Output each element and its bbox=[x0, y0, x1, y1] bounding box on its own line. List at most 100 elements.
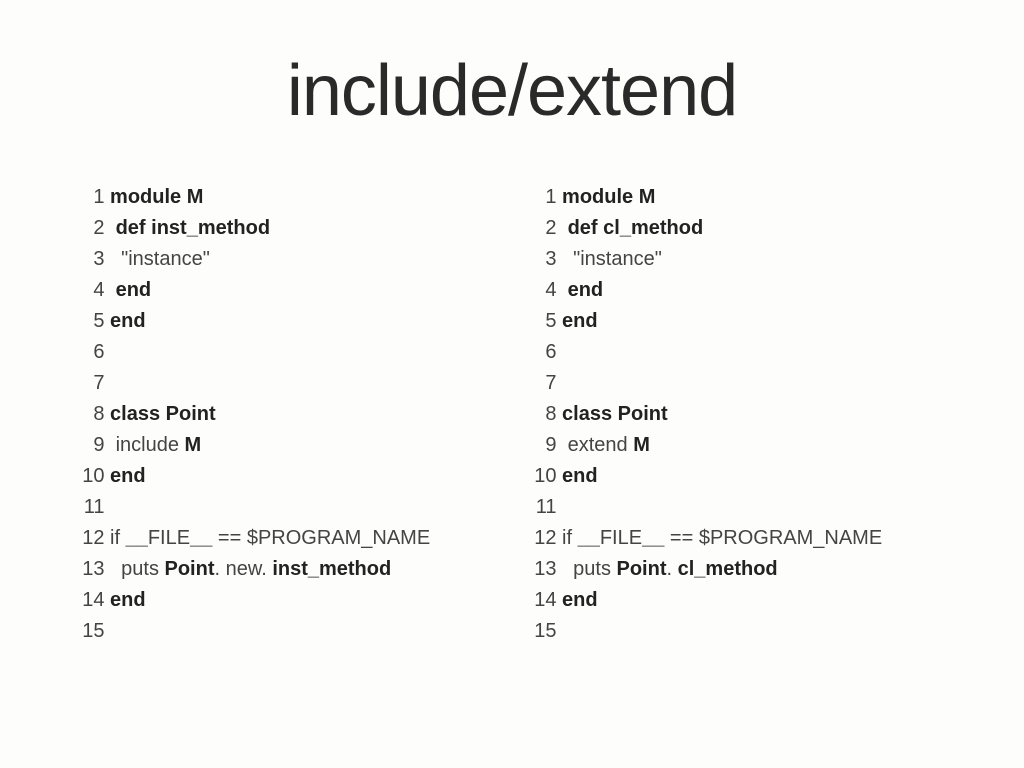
code-line: 10 end bbox=[80, 461, 492, 492]
code-line: 6 bbox=[532, 337, 944, 368]
code-line: 4 end bbox=[80, 275, 492, 306]
code-segment: . bbox=[667, 558, 678, 580]
code-segment: FILE bbox=[148, 527, 190, 549]
line-number: 6 bbox=[80, 337, 104, 368]
code-line: 9 include M bbox=[80, 430, 492, 461]
code-line: 12 if __FILE__ == $PROGRAM_NAME bbox=[532, 523, 944, 554]
code-segment: def bbox=[116, 217, 146, 239]
code-segment bbox=[556, 279, 567, 301]
code-line: 3 "instance" bbox=[80, 244, 492, 275]
code-line: 8 class Point bbox=[80, 399, 492, 430]
line-number: 11 bbox=[80, 492, 104, 523]
line-number: 2 bbox=[532, 213, 556, 244]
code-segment bbox=[556, 496, 562, 518]
code-line: 14 end bbox=[80, 585, 492, 616]
code-segment: cl_method bbox=[603, 217, 703, 239]
code-segment: class bbox=[562, 403, 612, 425]
code-line: 7 bbox=[80, 368, 492, 399]
code-segment bbox=[556, 372, 562, 394]
code-segment: inst_method bbox=[151, 217, 270, 239]
line-number: 5 bbox=[80, 306, 104, 337]
code-segment: module bbox=[110, 186, 181, 208]
line-number: 1 bbox=[80, 182, 104, 213]
line-number: 4 bbox=[532, 275, 556, 306]
code-segment: end bbox=[562, 465, 598, 487]
code-segment: "instance" bbox=[104, 248, 209, 270]
code-line: 14 end bbox=[532, 585, 944, 616]
code-segment bbox=[556, 217, 567, 239]
code-segment: M bbox=[187, 186, 204, 208]
code-segment: Point bbox=[166, 403, 216, 425]
line-number: 2 bbox=[80, 213, 104, 244]
code-line: 12 if __FILE__ == $PROGRAM_NAME bbox=[80, 523, 492, 554]
code-segment: end bbox=[562, 589, 598, 611]
line-number: 8 bbox=[80, 399, 104, 430]
code-segment: FILE bbox=[600, 527, 642, 549]
code-segment bbox=[104, 341, 110, 363]
line-number: 7 bbox=[532, 368, 556, 399]
code-segment: M bbox=[185, 434, 202, 456]
code-segment: puts bbox=[104, 558, 164, 580]
line-number: 3 bbox=[80, 244, 104, 275]
line-number: 8 bbox=[532, 399, 556, 430]
code-column-left: 1 module M2 def inst_method3 "instance"4… bbox=[80, 182, 492, 647]
code-line: 10 end bbox=[532, 461, 944, 492]
code-segment: end bbox=[110, 310, 146, 332]
line-number: 1 bbox=[532, 182, 556, 213]
line-number: 3 bbox=[532, 244, 556, 275]
code-line: 7 bbox=[532, 368, 944, 399]
code-line: 11 bbox=[80, 492, 492, 523]
code-segment: end bbox=[110, 465, 146, 487]
line-number: 12 bbox=[80, 523, 104, 554]
code-line: 2 def inst_method bbox=[80, 213, 492, 244]
code-segment bbox=[104, 372, 110, 394]
code-segment: end bbox=[116, 279, 152, 301]
code-segment: end bbox=[562, 310, 598, 332]
code-line: 6 bbox=[80, 337, 492, 368]
line-number: 13 bbox=[80, 554, 104, 585]
code-segment bbox=[556, 341, 562, 363]
code-segment: __ bbox=[126, 527, 148, 549]
code-segment bbox=[104, 217, 115, 239]
line-number: 15 bbox=[80, 616, 104, 647]
line-number: 12 bbox=[532, 523, 556, 554]
code-segment: class bbox=[110, 403, 160, 425]
code-segment: __ bbox=[190, 527, 212, 549]
code-segment: == $PROGRAM_NAME bbox=[212, 527, 430, 549]
code-segment: Point bbox=[617, 558, 667, 580]
code-segment: extend bbox=[556, 434, 633, 456]
code-segment: __ bbox=[578, 527, 600, 549]
code-line: 1 module M bbox=[80, 182, 492, 213]
code-segment: if bbox=[104, 527, 125, 549]
code-segment: M bbox=[633, 434, 650, 456]
code-segment: "instance" bbox=[556, 248, 661, 270]
code-segment: module bbox=[562, 186, 633, 208]
slide-title: include/extend bbox=[60, 50, 964, 132]
slide: include/extend 1 module M2 def inst_meth… bbox=[0, 0, 1024, 768]
code-segment: __ bbox=[642, 527, 664, 549]
code-segment: puts bbox=[556, 558, 616, 580]
code-line: 2 def cl_method bbox=[532, 213, 944, 244]
code-line: 9 extend M bbox=[532, 430, 944, 461]
code-line: 5 end bbox=[532, 306, 944, 337]
code-column-right: 1 module M2 def cl_method3 "instance"4 e… bbox=[532, 182, 944, 647]
code-segment bbox=[556, 620, 562, 642]
line-number: 10 bbox=[532, 461, 556, 492]
line-number: 5 bbox=[532, 306, 556, 337]
line-number: 13 bbox=[532, 554, 556, 585]
code-line: 5 end bbox=[80, 306, 492, 337]
code-line: 13 puts Point. cl_method bbox=[532, 554, 944, 585]
line-number: 7 bbox=[80, 368, 104, 399]
code-line: 1 module M bbox=[532, 182, 944, 213]
code-line: 13 puts Point. new. inst_method bbox=[80, 554, 492, 585]
code-segment: . new. bbox=[215, 558, 273, 580]
line-number: 9 bbox=[80, 430, 104, 461]
code-segment: M bbox=[639, 186, 656, 208]
code-segment bbox=[104, 279, 115, 301]
line-number: 9 bbox=[532, 430, 556, 461]
code-line: 15 bbox=[532, 616, 944, 647]
code-segment: inst_method bbox=[272, 558, 391, 580]
code-segment: cl_method bbox=[678, 558, 778, 580]
code-line: 8 class Point bbox=[532, 399, 944, 430]
code-segment: == $PROGRAM_NAME bbox=[664, 527, 882, 549]
